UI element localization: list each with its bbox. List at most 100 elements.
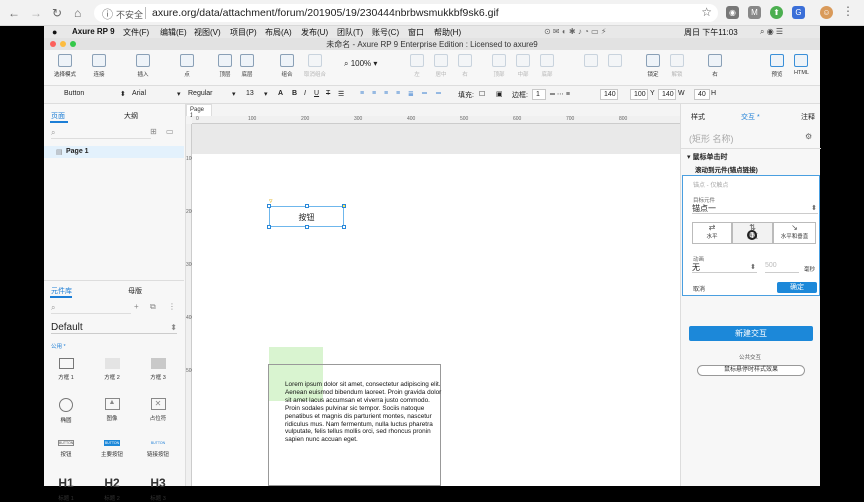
cancel-button[interactable]: 取消 <box>693 284 705 293</box>
align-text-left-icon[interactable]: ≡ <box>360 90 364 97</box>
reload-icon[interactable]: ↻ <box>52 6 62 20</box>
html-publish-button[interactable]: HTML <box>794 54 809 76</box>
menu-help[interactable]: 帮助(H) <box>434 27 461 38</box>
forward-icon[interactable]: → <box>30 6 42 20</box>
bookmark-star-icon[interactable]: ☆ <box>701 5 712 19</box>
resize-handle[interactable] <box>342 225 346 229</box>
shape-name-input[interactable]: (矩形 名称) <box>689 132 734 145</box>
widget-box1[interactable]: 方框 1 <box>51 358 81 381</box>
widget-image[interactable]: ▲ 图像 <box>97 398 127 422</box>
unlock-button[interactable]: 解锁 <box>670 54 684 78</box>
widget-heading1[interactable]: H1 标题 1 <box>51 476 81 502</box>
insert-button[interactable]: 插入 <box>136 54 150 78</box>
weight-dropdown[interactable]: Regular <box>188 90 213 97</box>
send-to-bottom-button[interactable]: 底层 <box>240 54 254 78</box>
add-folder-icon[interactable]: ▭ <box>166 127 174 136</box>
library-selector[interactable]: Default ⬍ <box>51 322 177 334</box>
interaction-badge-icon[interactable] <box>342 204 346 208</box>
align-text-right-icon[interactable]: ≡ <box>384 90 388 97</box>
home-icon[interactable]: ⌂ <box>74 6 81 20</box>
tab-library[interactable]: 元件库 <box>51 286 72 296</box>
group-button[interactable]: 组合 <box>280 54 294 78</box>
library-section[interactable]: 公用 * <box>51 342 66 350</box>
align-middle-button[interactable]: 中部 <box>516 54 530 78</box>
resize-handle[interactable] <box>267 225 271 229</box>
font-chevron-icon[interactable]: ▾ <box>177 90 181 98</box>
menu-account[interactable]: 账号(C) <box>372 27 399 38</box>
style-dropdown[interactable]: Button <box>64 90 84 97</box>
font-size-dropdown[interactable]: 13 <box>246 90 254 97</box>
lock-button[interactable]: 锁定 <box>646 54 660 78</box>
canvas-button-widget[interactable]: 按钮 <box>269 206 344 227</box>
align-left-button[interactable]: 左 <box>410 54 424 78</box>
hover-style-button[interactable]: 鼠标悬停时样式效果 <box>697 365 805 376</box>
menu-layout[interactable]: 布局(A) <box>265 27 292 38</box>
text-paragraph-widget[interactable]: Lorem ipsum dolor sit amet, consectetur … <box>268 364 441 486</box>
translate-extension-icon[interactable]: G <box>792 6 805 19</box>
align-top-button[interactable]: 顶部 <box>492 54 506 78</box>
fill-image-icon[interactable]: ▣ <box>496 90 503 98</box>
apple-icon[interactable]: ● <box>52 27 57 37</box>
menu-project[interactable]: 项目(P) <box>230 27 257 38</box>
widget-box2[interactable]: 方框 2 <box>97 358 127 381</box>
bring-to-top-button[interactable]: 顶层 <box>218 54 232 78</box>
widget-primary-button[interactable]: BUTTON 主要按钮 <box>97 440 127 458</box>
h-input[interactable]: 40 <box>694 89 710 100</box>
y-input[interactable]: 100 <box>630 89 648 100</box>
tab-pages[interactable]: 页面 <box>51 111 65 121</box>
library-files-icon[interactable]: ⧉ <box>150 302 156 312</box>
animation-select[interactable]: 无 ⬍ <box>692 262 757 273</box>
border-width-input[interactable]: 1 <box>532 89 546 100</box>
direction-vertical-button[interactable]: ⇅ 垂直 <box>732 222 773 244</box>
fill-color-swatch[interactable]: ☐ <box>479 90 485 98</box>
underline-icon[interactable]: U <box>314 90 319 97</box>
spotlight-icon[interactable]: ⌕ ◉ ☰ <box>760 27 783 37</box>
bold-icon[interactable]: B <box>292 90 297 97</box>
event-header[interactable]: ▾ 鼠标单击时 <box>687 152 727 162</box>
widget-box3[interactable]: 方框 3 <box>143 358 173 381</box>
size-chevron-icon[interactable]: ▾ <box>264 90 268 98</box>
info-icon[interactable]: ⓘ <box>102 6 113 22</box>
interaction-settings-icon[interactable]: ⚙ <box>805 132 812 141</box>
list-icon[interactable]: ☰ <box>338 90 344 98</box>
target-select[interactable]: 锚点一 ⬍ <box>692 203 818 214</box>
font-dropdown[interactable]: Arial <box>132 90 146 97</box>
menu-team[interactable]: 团队(T) <box>337 27 363 38</box>
url-text[interactable]: axure.org/data/attachment/forum/201905/1… <box>152 7 499 19</box>
w-input[interactable]: 140 <box>658 89 676 100</box>
ungroup-button[interactable]: 取消组合 <box>304 54 326 78</box>
menu-window[interactable]: 窗口 <box>408 27 424 38</box>
anchor-filter-input[interactable]: 锚点 - 仅触点 <box>693 180 728 189</box>
page-item-page1[interactable]: ▤ Page 1 <box>44 146 184 158</box>
valign-top-icon[interactable]: ≣ <box>408 90 414 98</box>
align-right-button[interactable]: 右 <box>458 54 472 78</box>
menu-view[interactable]: 视图(V) <box>194 27 221 38</box>
italic-icon[interactable]: I <box>304 90 306 97</box>
page-search-input[interactable]: ⌕ <box>51 128 151 139</box>
canvas-page-tab[interactable]: Page 1 <box>186 104 212 119</box>
profile-avatar[interactable]: ☺ <box>820 6 833 19</box>
connect-button[interactable]: 连接 <box>92 54 106 78</box>
widget-button[interactable]: BUTTON 按钮 <box>51 440 81 458</box>
tab-outline[interactable]: 大纲 <box>124 111 138 121</box>
back-icon[interactable]: ← <box>8 6 20 20</box>
x-input[interactable]: 140 <box>600 89 618 100</box>
weight-chevron-icon[interactable]: ▾ <box>232 90 236 98</box>
valign-middle-icon[interactable]: ═ <box>422 90 427 97</box>
valign-bottom-icon[interactable]: ═ <box>436 90 441 97</box>
menu-file[interactable]: 文件(F) <box>123 27 149 38</box>
font-color-icon[interactable]: A <box>278 90 283 97</box>
align-text-center-icon[interactable]: ≡ <box>372 90 376 97</box>
add-page-icon[interactable]: ⊞ <box>150 127 157 136</box>
strikethrough-icon[interactable]: T <box>326 90 330 97</box>
menu-edit[interactable]: 编辑(E) <box>160 27 187 38</box>
border-style-icon[interactable]: ═ ⋯ ≡ <box>550 90 570 98</box>
style-chevron-icon[interactable]: ⬍ <box>120 90 126 98</box>
library-search-input[interactable]: ⌕ <box>51 303 131 314</box>
point-button[interactable]: 点 <box>180 54 194 78</box>
resize-handle[interactable] <box>305 204 309 208</box>
tab-notes[interactable]: 注释 <box>801 112 815 122</box>
widget-heading2[interactable]: H2 标题 2 <box>97 476 127 502</box>
tab-style[interactable]: 样式 <box>691 112 705 122</box>
direction-both-button[interactable]: ↘ 水平和垂直 <box>773 222 816 244</box>
